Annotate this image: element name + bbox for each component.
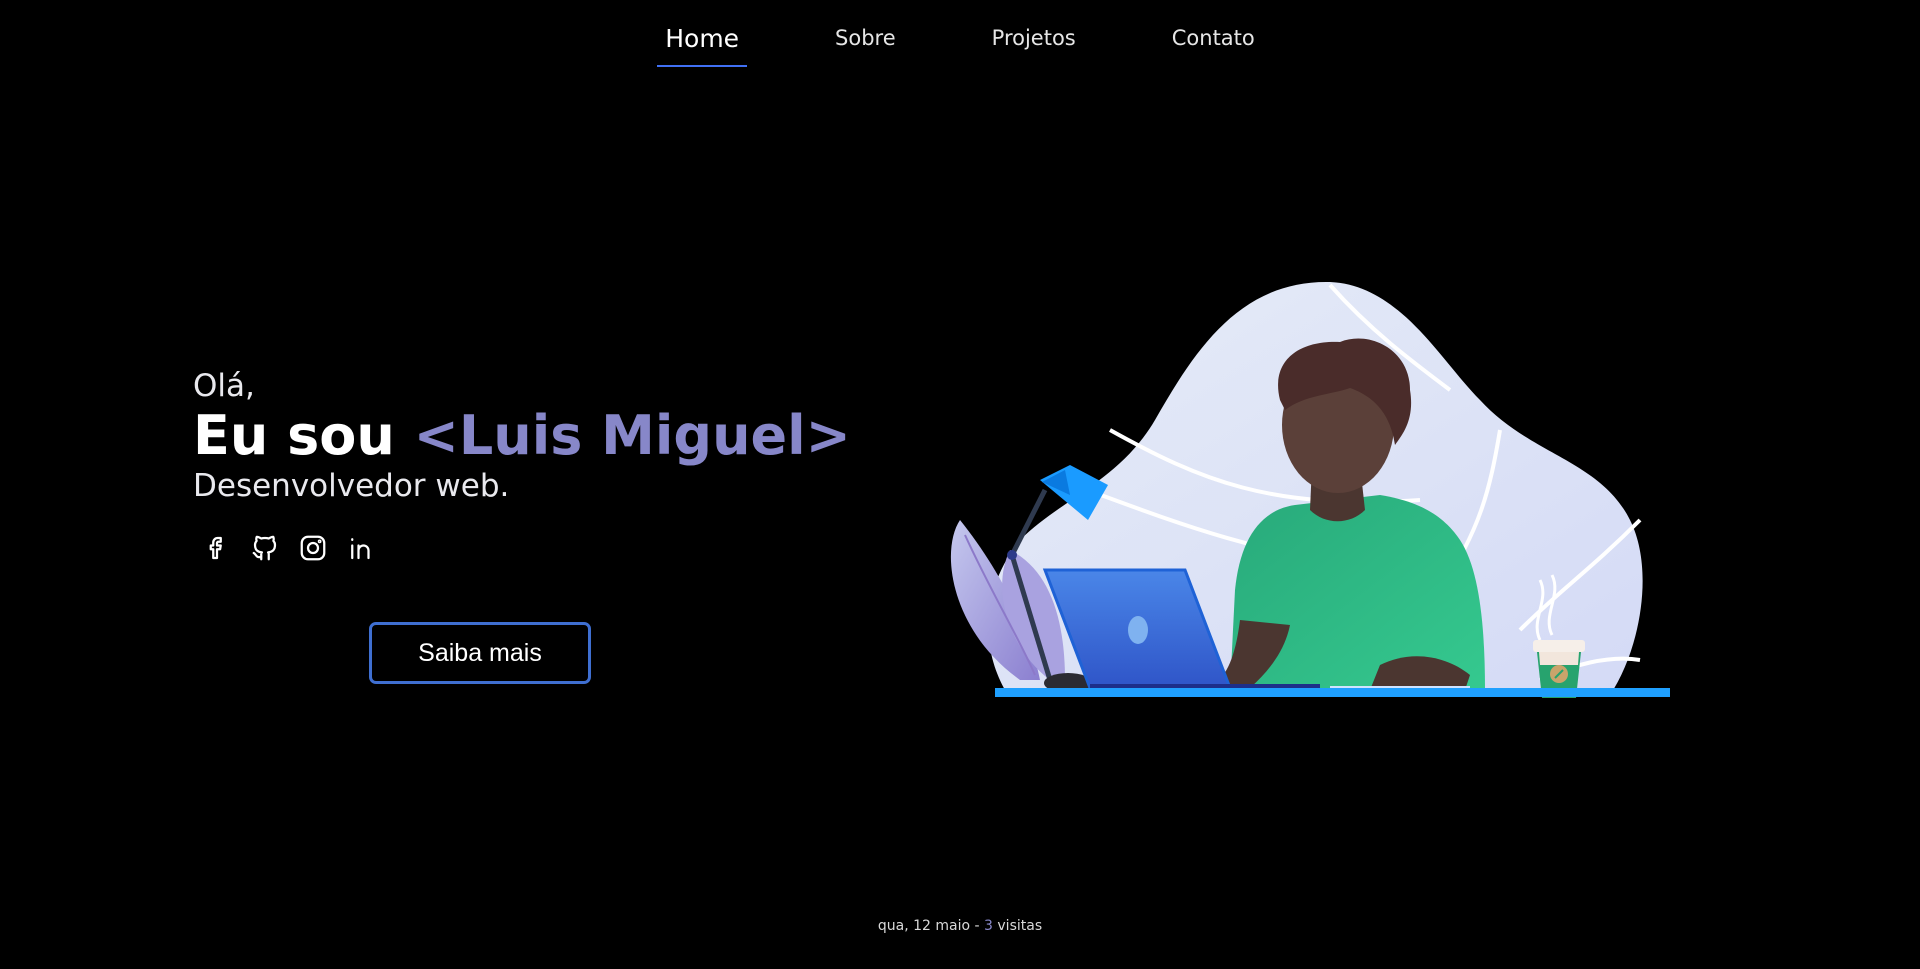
desk xyxy=(995,688,1670,697)
hero-name: <Luis Miguel> xyxy=(413,404,851,467)
hero-section: Olá, Eu sou <Luis Miguel> Desenvolvedor … xyxy=(193,368,851,566)
github-icon xyxy=(252,536,277,561)
instagram-icon xyxy=(300,536,326,561)
visit-count: 3 xyxy=(984,918,993,934)
nav-link-sobre[interactable]: Sobre xyxy=(827,24,904,64)
footer-separator: - xyxy=(970,918,985,934)
nav-item-home: Home xyxy=(657,24,747,67)
linkedin-icon xyxy=(351,538,370,560)
hero-subtitle: Desenvolvedor web. xyxy=(193,468,510,505)
nav-item-projetos: Projetos xyxy=(984,24,1084,67)
visit-footer: qua, 12 maio - 3 visitas xyxy=(0,918,1920,934)
nav-link-home[interactable]: Home xyxy=(657,24,747,67)
nav-link-projetos[interactable]: Projetos xyxy=(984,24,1084,64)
saiba-mais-button[interactable]: Saiba mais xyxy=(369,622,591,684)
nav-link-contato[interactable]: Contato xyxy=(1164,24,1263,64)
github-link[interactable] xyxy=(247,530,283,566)
developer-illustration xyxy=(950,281,1670,698)
hero-greeting: Olá, xyxy=(193,368,255,404)
facebook-link[interactable] xyxy=(199,530,235,566)
nav-item-contato: Contato xyxy=(1164,24,1263,67)
facebook-icon xyxy=(209,537,222,560)
footer-date: qua, 12 maio xyxy=(877,918,971,934)
instagram-link[interactable] xyxy=(295,530,331,566)
hero-title-prefix: Eu sou xyxy=(193,404,414,467)
social-links xyxy=(199,530,851,566)
page: Home Sobre Projetos Contato Olá, Eu sou … xyxy=(0,0,1920,969)
linkedin-link[interactable] xyxy=(343,530,379,566)
nav-item-sobre: Sobre xyxy=(827,24,904,67)
footer-suffix: visitas xyxy=(992,918,1043,934)
nav-list: Home Sobre Projetos Contato xyxy=(617,24,1303,67)
hero-title: Eu sou <Luis Miguel> xyxy=(193,404,851,467)
main-nav: Home Sobre Projetos Contato xyxy=(0,0,1920,80)
